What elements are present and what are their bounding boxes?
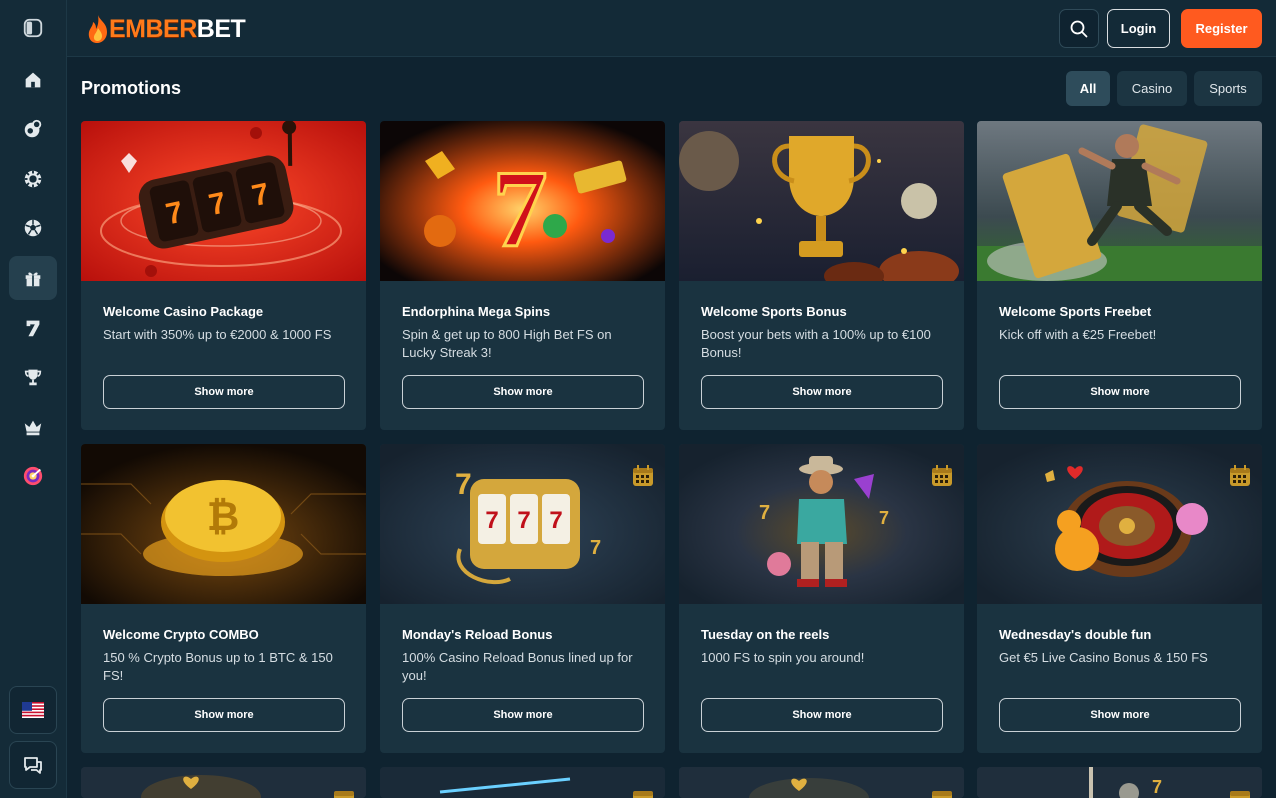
show-more-button[interactable]: Show more — [999, 698, 1241, 732]
promo-title: Welcome Sports Freebet — [999, 304, 1152, 319]
wheel-icon[interactable] — [9, 454, 57, 498]
promo-card: Welcome Sports Freebet Kick off with a €… — [977, 121, 1262, 430]
show-more-button[interactable]: Show more — [402, 698, 644, 732]
promo-card: 7 Endorphina Mega Spins Spin & get up to… — [380, 121, 665, 430]
promo-image-reload-slot[interactable]: 7 7 7 7 7 — [380, 444, 665, 604]
calendar-icon — [633, 791, 653, 798]
promo-image-slot-machine[interactable]: 7 7 7 — [81, 121, 366, 281]
promo-card — [380, 767, 665, 798]
sidebar-toggle-icon[interactable] — [9, 6, 57, 50]
promo-title: Welcome Crypto COMBO — [103, 627, 259, 642]
promo-card: Welcome Sports Bonus Boost your bets wit… — [679, 121, 964, 430]
promo-title: Endorphina Mega Spins — [402, 304, 551, 319]
chat-icon[interactable] — [9, 741, 57, 789]
svg-text:7: 7 — [517, 507, 530, 534]
promo-card: 7 — [977, 767, 1262, 798]
casino-chip-icon[interactable] — [9, 157, 57, 201]
brand-logo[interactable]: EMBERBET — [85, 13, 246, 45]
promo-image-football-player[interactable] — [977, 121, 1262, 281]
show-more-button[interactable]: Show more — [103, 698, 345, 732]
svg-text:7: 7 — [590, 537, 601, 559]
promo-card: 7 7 7 7 7 Monday's Reload Bonus 100% Cas… — [380, 444, 665, 753]
svg-text:7: 7 — [759, 502, 770, 524]
promo-filters: All Casino Sports — [1066, 71, 1262, 106]
promo-title: Welcome Sports Bonus — [701, 304, 847, 319]
brand-name-part2: BET — [196, 14, 246, 43]
svg-text:7: 7 — [485, 507, 498, 534]
promo-title: Monday's Reload Bonus — [402, 627, 553, 642]
seven-icon[interactable] — [9, 306, 57, 350]
promo-image[interactable] — [81, 767, 366, 798]
brand-name-part1: EMBER — [109, 14, 197, 43]
sports-ball-icon[interactable] — [9, 206, 57, 250]
promo-card — [81, 767, 366, 798]
promo-description: Boost your bets with a 100% up to €100 B… — [701, 327, 931, 360]
calendar-icon — [932, 465, 952, 486]
search-button[interactable] — [1059, 9, 1099, 48]
promo-description: Get €5 Live Casino Bonus & 150 FS — [999, 650, 1208, 665]
promo-title: Wednesday's double fun — [999, 627, 1152, 642]
svg-text:7: 7 — [455, 468, 472, 501]
promo-image[interactable] — [380, 767, 665, 798]
show-more-button[interactable]: Show more — [701, 698, 943, 732]
show-more-button[interactable]: Show more — [701, 375, 943, 409]
show-more-button[interactable]: Show more — [999, 375, 1241, 409]
promo-description: Kick off with a €25 Freebet! — [999, 327, 1157, 342]
show-more-button[interactable]: Show more — [402, 375, 644, 409]
calendar-icon — [633, 465, 653, 486]
calendar-icon — [1230, 791, 1250, 798]
promo-card: ₿ Welcome Crypto COMBO 150 % Crypto Bonu… — [81, 444, 366, 753]
page-title: Promotions — [81, 78, 182, 98]
crown-icon[interactable] — [9, 405, 57, 449]
login-button[interactable]: Login — [1107, 9, 1170, 48]
promo-card: Wednesday's double fun Get €5 Live Casin… — [977, 444, 1262, 753]
search-icon — [1070, 20, 1088, 37]
calendar-icon — [932, 791, 952, 798]
promo-card: 7 7 Tuesday on the reels 1000 FS to spin… — [679, 444, 964, 753]
us-flag-icon[interactable] — [9, 686, 57, 734]
filter-all[interactable]: All — [1066, 71, 1110, 106]
promo-image[interactable]: 7 — [977, 767, 1262, 798]
flame-icon — [88, 15, 107, 43]
register-button[interactable]: Register — [1181, 9, 1262, 48]
promo-image-cowboy[interactable]: 7 7 — [679, 444, 964, 604]
svg-text:7: 7 — [549, 507, 562, 534]
calendar-icon — [334, 791, 354, 798]
promo-card: 7 7 7 Welcome Casino Package Start with … — [81, 121, 366, 430]
show-more-button[interactable]: Show more — [103, 375, 345, 409]
promo-description: 150 % Crypto Bonus up to 1 BTC & 150 FS! — [103, 650, 333, 683]
live-casino-icon[interactable] — [9, 107, 57, 151]
gift-icon[interactable] — [9, 256, 57, 300]
home-icon[interactable] — [9, 58, 57, 102]
promo-description: Start with 350% up to €2000 & 1000 FS — [103, 327, 332, 342]
calendar-icon — [1230, 465, 1250, 486]
filter-sports[interactable]: Sports — [1194, 71, 1262, 106]
promo-image-mega-spins[interactable]: 7 — [380, 121, 665, 281]
promo-card — [679, 767, 964, 798]
svg-text:7: 7 — [493, 148, 548, 270]
promo-title: Welcome Casino Package — [103, 304, 264, 319]
filter-casino[interactable]: Casino — [1117, 71, 1187, 106]
promo-image-bitcoin[interactable]: ₿ — [81, 444, 366, 604]
svg-text:₿: ₿ — [207, 495, 240, 539]
top-header: EMBERBET Login Register — [67, 0, 1276, 57]
promo-title: Tuesday on the reels — [701, 627, 830, 642]
promo-description: Spin & get up to 800 High Bet FS on Luck… — [402, 327, 612, 360]
promo-image[interactable] — [679, 767, 964, 798]
promo-description: 1000 FS to spin you around! — [701, 650, 865, 665]
promo-image-trophy[interactable] — [679, 121, 964, 281]
sidebar — [0, 0, 67, 798]
promo-description: 100% Casino Reload Bonus lined up for yo… — [402, 650, 633, 683]
promo-image-roulette[interactable] — [977, 444, 1262, 604]
svg-text:7: 7 — [879, 508, 889, 528]
svg-text:7: 7 — [1152, 777, 1162, 797]
trophy-icon[interactable] — [9, 355, 57, 399]
